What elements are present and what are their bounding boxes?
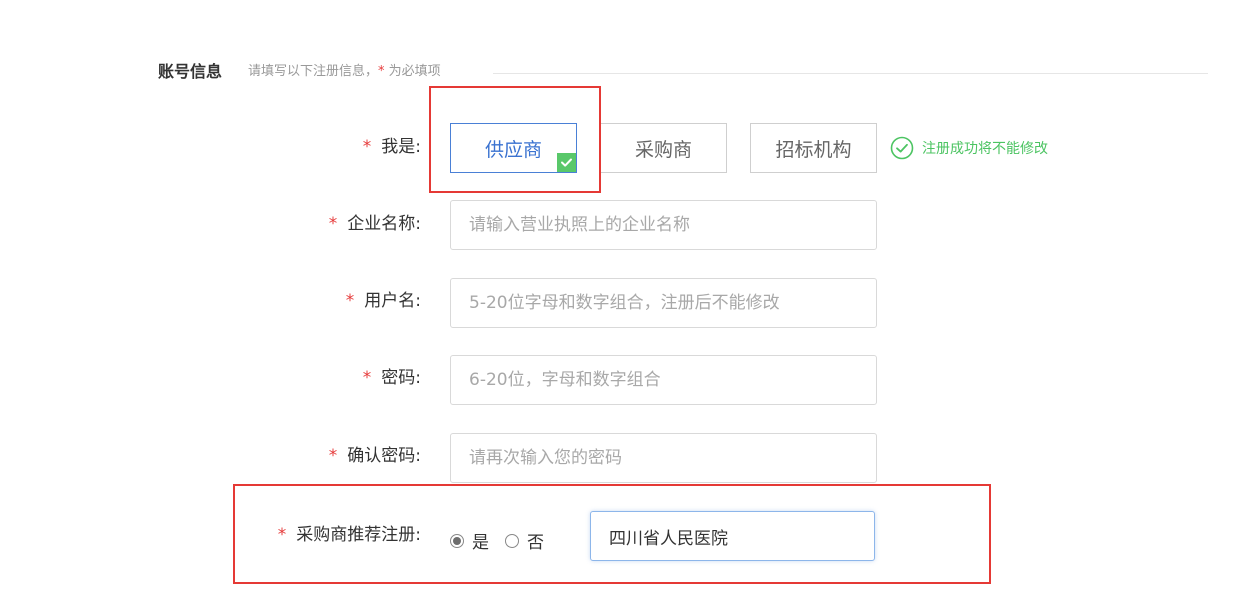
confirm-password-label: * 确认密码: [329, 445, 421, 467]
section-divider [493, 73, 1208, 74]
section-title: 账号信息 [158, 62, 223, 81]
referral-yes-label: 是 [472, 533, 489, 553]
company-label-text: 企业名称: [347, 214, 421, 234]
referral-label: * 采购商推荐注册: [278, 524, 421, 546]
required-star: * [277, 525, 287, 545]
password-label: * 密码: [363, 367, 421, 389]
referral-no-option[interactable]: 否 [505, 528, 544, 553]
section-hint: 请填写以下注册信息，* 为必填项 [248, 63, 441, 81]
referral-yes-option[interactable]: 是 [450, 528, 489, 553]
role-option-supplier-label: 供应商 [484, 138, 542, 161]
role-option-supplier[interactable]: 供应商 [450, 123, 577, 173]
required-star: * [328, 214, 338, 234]
referral-radio-group: 是 否 [450, 528, 560, 553]
section-hint-suffix: 为必填项 [384, 64, 441, 79]
company-label: * 企业名称: [329, 213, 421, 235]
password-input[interactable] [450, 355, 877, 405]
radio-checked-icon[interactable] [450, 533, 464, 548]
confirm-password-input[interactable] [450, 433, 877, 483]
role-option-tender-agency[interactable]: 招标机构 [750, 123, 877, 173]
section-hint-prefix: 请填写以下注册信息， [248, 64, 379, 79]
username-label: * 用户名: [346, 290, 421, 312]
role-notice: 注册成功将不能修改 [890, 136, 1048, 160]
role-option-buyer-label: 采购商 [634, 138, 692, 161]
referral-hospital-input[interactable] [590, 511, 875, 561]
password-label-text: 密码: [381, 368, 421, 388]
role-notice-text: 注册成功将不能修改 [922, 141, 1048, 157]
company-name-input[interactable] [450, 200, 877, 250]
referral-no-label: 否 [527, 533, 544, 553]
selected-check-icon [557, 153, 576, 172]
username-label-text: 用户名: [364, 291, 421, 311]
role-label-text: 我是: [381, 137, 421, 157]
radio-unchecked-icon[interactable] [505, 533, 519, 548]
required-star: * [362, 368, 372, 388]
success-check-circle-icon [890, 136, 914, 160]
username-input[interactable] [450, 278, 877, 328]
required-star: * [345, 291, 355, 311]
confirm-password-label-text: 确认密码: [347, 446, 421, 466]
role-label: * 我是: [363, 136, 421, 158]
referral-label-text: 采购商推荐注册: [296, 525, 421, 545]
required-star: * [328, 446, 338, 466]
required-star: * [362, 137, 372, 157]
role-option-buyer[interactable]: 采购商 [600, 123, 727, 173]
role-option-tender-agency-label: 招标机构 [775, 138, 852, 161]
